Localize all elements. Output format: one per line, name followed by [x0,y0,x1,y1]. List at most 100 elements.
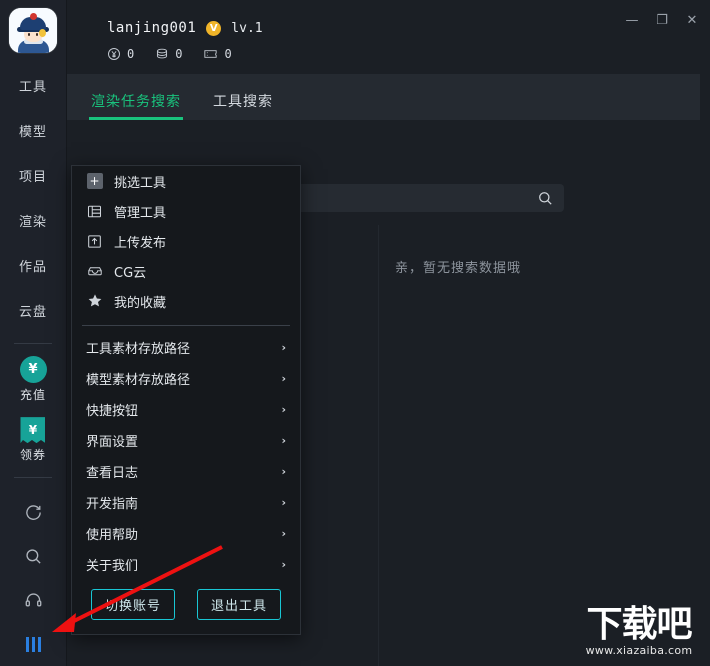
popup-link-about-us[interactable]: 关于我们 › [72,549,300,580]
chevron-right-icon: › [281,558,286,571]
sidebar-item-projects[interactable]: 项目 [0,153,66,198]
stat-tickets[interactable]: 0 [203,47,232,61]
left-sidebar: 工具 模型 项目 渲染 作品 云盘 ¥ 充值 ¥ 领券 [0,0,67,666]
stat-balance[interactable]: 0 [107,47,134,61]
account-stats: 0 0 0 [107,47,232,61]
chevron-right-icon: › [281,527,286,540]
popup-link-label: 开发指南 [86,497,139,512]
stat-value: 0 [127,47,135,61]
menu-bars-glyph [25,636,41,652]
settings-popup-menu: + 挑选工具 管理工具 上传发布 CG云 我的收藏 工具素材存放路径 › 模型素… [71,165,301,635]
popup-divider [82,325,290,326]
popup-link-interface-settings[interactable]: 界面设置 › [72,425,300,456]
sidebar-item-clouddisk[interactable]: 云盘 [0,288,66,333]
plus-square-icon: + [86,173,103,190]
window-controls: — ❐ ✕ [618,8,706,32]
popup-link-dev-guide[interactable]: 开发指南 › [72,487,300,518]
popup-item-pick-tools[interactable]: + 挑选工具 [72,166,300,196]
stat-value: 0 [175,47,183,61]
popup-item-label: 我的收藏 [114,295,167,311]
sidebar-coupon[interactable]: ¥ 领券 [20,417,46,463]
sidebar-item-label: 模型 [18,125,47,141]
stat-value: 0 [224,47,232,61]
menu-bars-icon[interactable] [11,622,55,666]
chevron-right-icon: › [281,465,286,478]
sidebar-item-models[interactable]: 模型 [0,108,66,153]
sidebar-item-label: 项目 [18,170,47,186]
exit-tool-button[interactable]: 退出工具 [196,589,281,620]
chevron-right-icon: › [281,434,286,447]
watermark-title: 下载吧 [586,604,692,645]
sidebar-item-label: 云盘 [18,305,47,321]
popup-item-label: 上传发布 [114,235,167,251]
popup-item-label: 管理工具 [114,205,167,221]
popup-item-label: 挑选工具 [114,175,167,191]
avatar[interactable] [9,8,57,54]
account-level: lv.1 [231,20,263,36]
switch-account-button[interactable]: 切换账号 [90,589,175,620]
sidebar-divider [14,343,52,345]
sidebar-coupon-label: 领券 [19,448,46,463]
avatar-hat-pompom [30,13,37,20]
ticket-icon [204,50,218,58]
popup-link-label: 界面设置 [86,435,139,450]
search-icon[interactable] [537,190,554,207]
popup-link-label: 使用帮助 [86,528,139,543]
popup-item-my-favorites[interactable]: 我的收藏 [72,286,300,316]
popup-link-shortcut-buttons[interactable]: 快捷按钮 › [72,394,300,425]
avatar-badge [39,29,46,37]
sidebar-item-works[interactable]: 作品 [0,243,66,288]
popup-link-view-logs[interactable]: 查看日志 › [72,456,300,487]
account-header: lanjing001 V lv.1 [107,20,263,36]
chevron-right-icon: › [281,341,286,354]
sidebar-tool-icons [11,490,55,666]
empty-state-message: 亲，暂无搜索数据哦 [395,261,522,276]
popup-link-tool-asset-path[interactable]: 工具素材存放路径 › [72,332,300,363]
popup-item-manage-tools[interactable]: 管理工具 [72,196,300,226]
coin-icon: ¥ [19,356,47,384]
watermark-url: www.xiazaiba.com [585,644,693,657]
cloud-box-icon [86,263,103,280]
watermark: 下载吧 www.xiazaiba.com [574,602,704,662]
username: lanjing001 [107,20,197,36]
popup-link-label: 工具素材存放路径 [86,342,191,357]
sidebar-divider-2 [14,477,52,478]
refresh-icon[interactable] [11,490,55,534]
upload-arrow-icon [86,233,103,250]
panel-divider [378,225,379,666]
tab-bar: 渲染任务搜索 工具搜索 [67,74,700,120]
popup-link-label: 关于我们 [86,559,139,574]
search-icon[interactable] [11,534,55,578]
sidebar-item-render[interactable]: 渲染 [0,198,66,243]
maximize-button[interactable]: ❐ [648,8,676,32]
sidebar-recharge-label: 充值 [19,388,46,403]
popup-item-upload-publish[interactable]: 上传发布 [72,226,300,256]
tab-render-task-search[interactable]: 渲染任务搜索 [89,91,183,120]
vip-badge-icon: V [206,20,222,36]
coin-stack-icon [157,48,168,59]
headset-icon[interactable] [11,578,55,622]
chevron-right-icon: › [281,372,286,385]
sidebar-recharge[interactable]: ¥ 充值 [19,356,47,403]
coupon-ticket-icon: ¥ [20,417,46,444]
sidebar-nav: 工具 模型 项目 渲染 作品 云盘 [0,63,66,333]
title-bar: lanjing001 V lv.1 0 0 0 — ❐ ✕ [67,0,710,62]
stat-coins[interactable]: 0 [155,47,182,61]
avatar-eye-left [28,33,30,36]
close-button[interactable]: ✕ [678,8,706,32]
grid-list-icon [86,203,103,220]
popup-item-cg-cloud[interactable]: CG云 [72,256,300,286]
app-window: 工具 模型 项目 渲染 作品 云盘 ¥ 充值 ¥ 领券 lanjing001 V… [0,0,710,666]
popup-link-label: 快捷按钮 [86,404,139,419]
popup-button-row: 切换账号 退出工具 [72,589,300,620]
popup-link-model-asset-path[interactable]: 模型素材存放路径 › [72,363,300,394]
avatar-eye-right [36,33,38,36]
chevron-right-icon: › [281,403,286,416]
popup-link-help[interactable]: 使用帮助 › [72,518,300,549]
sidebar-item-tools[interactable]: 工具 [0,63,66,108]
sidebar-item-label: 作品 [18,260,47,276]
sidebar-item-label: 渲染 [18,215,47,231]
minimize-button[interactable]: — [618,8,646,32]
sidebar-item-label: 工具 [18,80,47,96]
tab-tool-search[interactable]: 工具搜索 [213,91,273,120]
